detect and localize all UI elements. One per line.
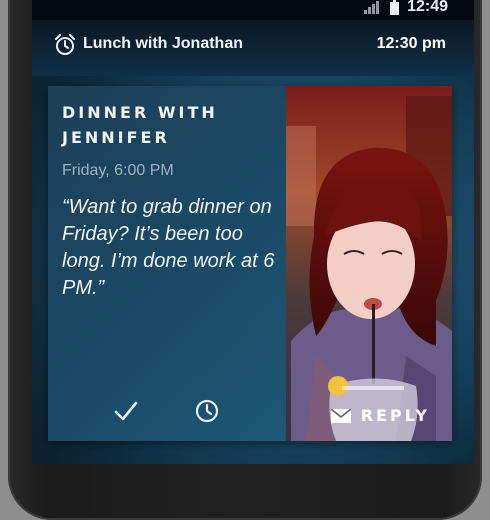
envelope-icon [330, 408, 351, 423]
alarm-notification[interactable]: Lunch with Jonathan 12:30 pm [32, 20, 474, 76]
status-bar: 12:49 [32, 0, 474, 20]
signal-icon [364, 1, 380, 14]
event-message: “Want to grab dinner on Friday? It’s bee… [62, 196, 275, 299]
event-title: DINNER WITH JENNIFER [62, 103, 218, 147]
checkmark-icon[interactable] [114, 400, 138, 422]
event-card[interactable]: DINNER WITH JENNIFER Friday, 6:00 PM “Wa… [48, 86, 452, 441]
notification-title: Lunch with Jonathan [83, 35, 243, 52]
phone-frame: 12:49 Lunch with Jonathan 12:30 pm DINNE… [8, 0, 482, 520]
notification-time: 12:30 pm [376, 35, 446, 52]
alarm-clock-icon [55, 34, 75, 55]
contact-photo-image [286, 86, 452, 441]
status-time: 12:49 [407, 0, 448, 15]
reply-button[interactable]: REPLY [330, 406, 430, 425]
event-details-panel: DINNER WITH JENNIFER Friday, 6:00 PM “Wa… [48, 86, 286, 441]
battery-icon [390, 0, 400, 15]
contact-photo: REPLY [286, 86, 452, 441]
reply-label: REPLY [360, 406, 430, 425]
event-datetime: Friday, 6:00 PM [62, 162, 174, 179]
status-bar-right: 12:49 [364, 0, 448, 16]
lock-screen: 12:49 Lunch with Jonathan 12:30 pm DINNE… [32, 0, 474, 464]
clock-icon[interactable] [195, 399, 219, 423]
